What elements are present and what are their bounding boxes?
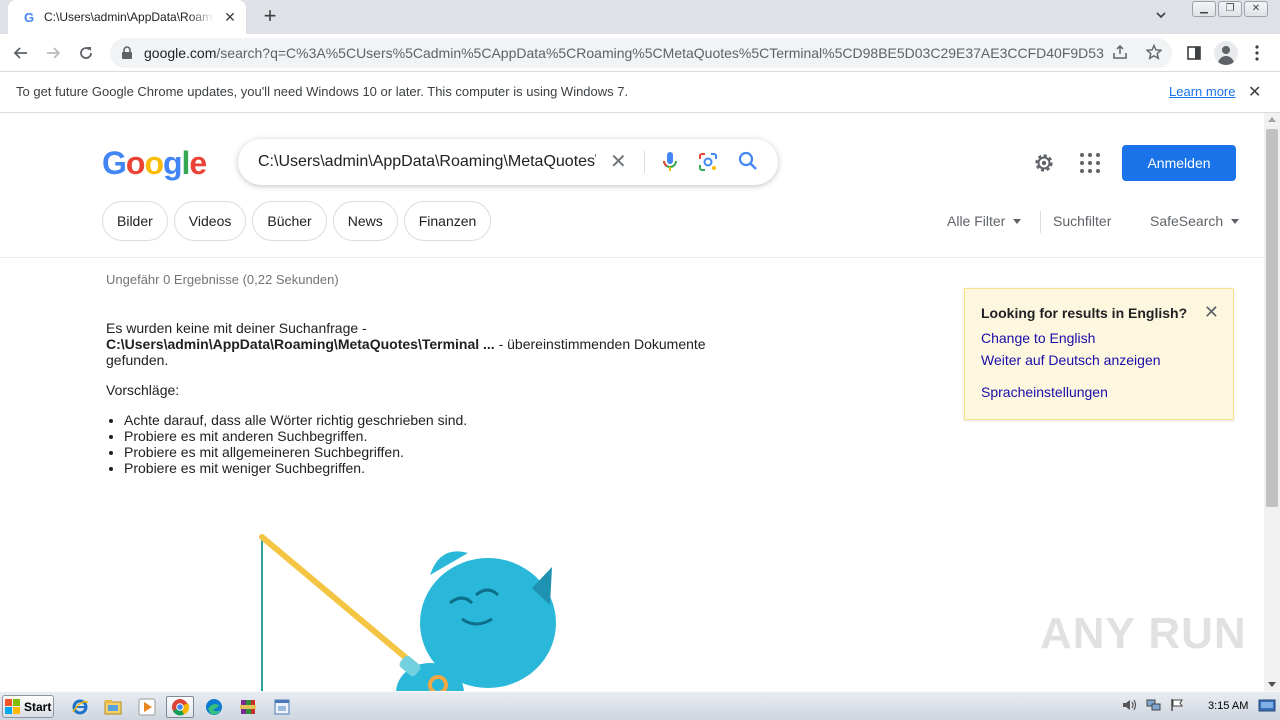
tab-search-chevron-icon[interactable] [1152,8,1170,26]
browser-toolbar: google.com/search?q=C%3A%5CUsers%5Cadmin… [0,34,1280,72]
google-apps-grid-icon[interactable] [1080,153,1100,173]
list-item: Probiere es mit weniger Suchbegriffen. [124,460,467,476]
restore-button[interactable]: ❐ [1218,1,1242,17]
search-filter-chips: Bilder Videos Bücher News Finanzen [102,201,492,241]
header-divider [0,257,1264,258]
tab-strip: G C:\Users\admin\AppData\Roaming\MetaQuo… [0,0,1280,34]
google-favicon-icon: G [23,9,35,25]
close-window-button[interactable]: ✕ [1244,1,1268,17]
suggestions-list: Achte darauf, dass alle Wörter richtig g… [124,412,467,476]
infobar-close-icon[interactable]: ✕ [1248,82,1261,102]
media-player-icon[interactable] [133,696,161,718]
language-panel-title: Looking for results in English? [981,305,1188,321]
scroll-up-arrow-icon[interactable] [1268,117,1276,122]
google-lens-icon[interactable] [698,152,718,172]
result-stats: Ungefähr 0 Ergebnisse (0,22 Sekunden) [106,272,339,287]
new-tab-button[interactable]: + [259,5,281,28]
page-scrollbar[interactable] [1264,113,1280,691]
no-results-message: Es wurden keine mit deiner Suchanfrage -… [106,320,706,368]
network-icon[interactable] [1146,698,1162,715]
windows-taskbar: Start 3:15 AM [0,691,1280,720]
url-text[interactable]: google.com/search?q=C%3A%5CUsers%5Cadmin… [144,45,1104,61]
browser-tab[interactable]: G C:\Users\admin\AppData\Roaming\MetaQuo… [8,0,246,34]
google-results-page: Google ✕ Anmelden Bilder Videos Bücher N… [0,113,1264,691]
search-box: ✕ [238,139,778,185]
scroll-down-arrow-icon[interactable] [1268,682,1276,687]
window-controls: ▁ ❐ ✕ [1192,1,1268,17]
learn-more-link[interactable]: Learn more [1169,84,1235,99]
windows-logo-icon [5,698,21,715]
action-center-flag-icon[interactable] [1170,698,1184,715]
lock-icon[interactable] [120,46,134,60]
application-window-icon[interactable] [268,696,296,718]
suggestions-label: Vorschläge: [106,382,180,398]
chip-videos[interactable]: Videos [173,201,247,241]
show-desktop-icon[interactable] [1258,698,1276,714]
menu-kebab-icon[interactable] [1246,42,1268,64]
fishing-monster-illustration [259,534,556,691]
edge-icon[interactable] [200,696,228,718]
update-infobar: To get future Google Chrome updates, you… [0,72,1280,113]
file-explorer-icon[interactable] [99,696,127,718]
tab-close-icon[interactable]: ✕ [222,9,238,25]
language-suggestion-panel: Looking for results in English? ✕ Change… [964,288,1234,420]
reload-button[interactable] [75,42,97,64]
taskbar-clock[interactable]: 3:15 AM [1208,700,1248,712]
language-settings-link[interactable]: Spracheinstellungen [981,384,1217,400]
chip-images[interactable]: Bilder [102,201,168,241]
change-to-english-link[interactable]: Change to English [981,330,1217,346]
winrar-icon[interactable] [234,696,262,718]
tools-divider [1040,211,1041,233]
profile-avatar-icon[interactable] [1214,41,1238,65]
scroll-thumb[interactable] [1266,129,1278,507]
infobar-message: To get future Google Chrome updates, you… [16,84,629,99]
chip-news[interactable]: News [332,201,398,241]
bookmark-star-icon[interactable] [1145,43,1163,63]
volume-icon[interactable] [1122,698,1138,715]
caret-down-icon [1013,218,1022,224]
language-panel-close-icon[interactable]: ✕ [1204,303,1219,321]
system-tray [1122,695,1184,718]
chrome-taskbar-icon[interactable] [166,696,194,718]
caret-down-icon [1231,218,1240,224]
start-button[interactable]: Start [2,695,54,718]
chip-books[interactable]: Bücher [252,201,327,241]
back-button[interactable] [10,42,32,64]
list-item: Achte darauf, dass alle Wörter richtig g… [124,412,467,428]
forward-button[interactable] [42,42,64,64]
search-magnifier-icon[interactable] [738,151,758,171]
microphone-icon[interactable] [662,151,678,173]
safesearch-dropdown[interactable]: SafeSearch [1150,213,1240,229]
clear-search-icon[interactable]: ✕ [610,152,627,172]
search-input[interactable] [258,153,596,171]
chip-finance[interactable]: Finanzen [403,201,492,241]
minimize-button[interactable]: ▁ [1192,1,1216,17]
all-filters-dropdown[interactable]: Alle Filter [947,213,1022,229]
internet-explorer-icon[interactable] [66,696,94,718]
address-bar[interactable]: google.com/search?q=C%3A%5CUsers%5Cadmin… [110,38,1172,68]
anyrun-watermark: ANY RUN [1040,609,1247,658]
side-panel-icon[interactable] [1183,42,1205,64]
tab-title: C:\Users\admin\AppData\Roaming\MetaQuote… [44,10,214,24]
search-filters-button[interactable]: Suchfilter [1053,213,1111,229]
list-item: Probiere es mit allgemeineren Suchbegrif… [124,444,467,460]
continue-german-link[interactable]: Weiter auf Deutsch anzeigen [981,352,1217,368]
search-divider [644,151,645,173]
google-logo[interactable]: Google [102,145,207,182]
settings-gear-icon[interactable] [1032,151,1056,175]
sign-in-button[interactable]: Anmelden [1122,145,1236,181]
query-text: C:\Users\admin\AppData\Roaming\MetaQuote… [106,336,495,352]
list-item: Probiere es mit anderen Suchbegriffen. [124,428,467,444]
share-icon[interactable] [1112,44,1128,63]
